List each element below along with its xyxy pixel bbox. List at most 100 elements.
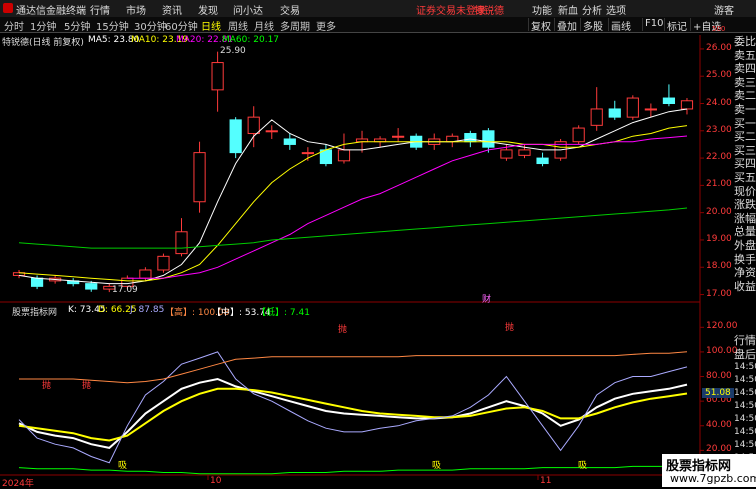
candle-body: [337, 149, 351, 162]
sidebar-item[interactable]: 买四: [734, 157, 756, 171]
buy-mark-2: 吸: [432, 461, 442, 471]
price-tick-label: 17.00: [706, 288, 732, 299]
candle-body: [626, 97, 639, 118]
current-indicator-value: 51.08: [702, 388, 734, 398]
candle-body: [30, 277, 44, 287]
candle-body: [608, 108, 621, 118]
candle-body: [500, 149, 513, 159]
price-tick-label: 23.00: [706, 124, 732, 135]
indicator-name: 股票指标网: [12, 308, 58, 318]
candle-body: [139, 269, 152, 279]
high-price-label: 25.90: [220, 46, 246, 56]
sidebar-item[interactable]: 委比: [734, 35, 756, 49]
candle-body: [193, 152, 206, 203]
quote-sidebar: 委比 卖五 卖四 卖三 卖二 卖一 买一 买二 买三 买四 买五 现价 涨跌 涨幅 总量 外盘 换手 净资 收益行情…: [734, 35, 756, 478]
candle-body: [211, 62, 224, 91]
event-marker[interactable]: 财: [482, 292, 491, 305]
sidebar-item[interactable]: 14:50: [734, 426, 756, 439]
candle-body: [392, 135, 405, 138]
sidebar-item[interactable]: 14:50: [734, 374, 756, 387]
sidebar-item[interactable]: 卖五: [734, 49, 756, 63]
sidebar-item[interactable]: 买五: [734, 171, 756, 185]
price-tick-label: 20.00: [706, 206, 732, 217]
x-label-nov: 11: [540, 476, 552, 486]
price-tick-label: 21.00: [706, 179, 732, 190]
candle-body: [265, 130, 278, 133]
sidebar-item[interactable]: [734, 293, 756, 307]
price-tick-label: 26.00: [706, 42, 732, 53]
sidebar-item[interactable]: 外盘: [734, 239, 756, 253]
sidebar-item[interactable]: 总量: [734, 225, 756, 239]
price-tick-label: 24.00: [706, 97, 732, 108]
price-tick-label: 25.00: [706, 70, 732, 81]
indicator-tick-label: 20.00: [706, 444, 732, 455]
sidebar-item[interactable]: 买三: [734, 144, 756, 158]
candle-body: [157, 255, 170, 271]
price-tick-label: 18.00: [706, 261, 732, 272]
candle-body: [85, 283, 98, 290]
candle-body: [175, 231, 188, 255]
low-price-label: 17.09: [112, 285, 138, 295]
chart-grid: [0, 35, 704, 487]
sidebar-item[interactable]: 14:50: [734, 413, 756, 426]
sell-mark-2: 抛: [82, 381, 92, 391]
ma-line-ma60: [18, 207, 688, 249]
sidebar-item[interactable]: 现价: [734, 185, 756, 199]
sell-mark-1: 抛: [42, 381, 52, 391]
sidebar-item[interactable]: 卖二: [734, 89, 756, 103]
candle-body: [644, 108, 657, 111]
sell-mark-4: 抛: [505, 323, 515, 333]
low-value: 【低】: 7.41: [257, 308, 310, 318]
candle-body: [572, 127, 585, 143]
j-value: J: 87.85: [130, 305, 165, 315]
kline-chart[interactable]: [0, 0, 756, 487]
indicator-tick-label: 120.00: [706, 321, 738, 332]
sidebar-item[interactable]: 盘后: [734, 348, 756, 362]
buy-mark-1: 吸: [118, 461, 128, 471]
candle-body: [662, 97, 676, 104]
sidebar-item[interactable]: [734, 307, 756, 321]
sidebar-item[interactable]: 卖一: [734, 103, 756, 117]
candle-body: [680, 100, 694, 110]
sidebar-item[interactable]: 卖三: [734, 76, 756, 90]
candle-body: [301, 152, 314, 155]
indicator-lines-group: [18, 351, 688, 475]
sidebar-item[interactable]: 换手: [734, 253, 756, 267]
candle-body: [518, 149, 531, 156]
sidebar-item[interactable]: 14:50: [734, 361, 756, 374]
x-label-oct: 10: [210, 476, 222, 486]
sidebar-item[interactable]: 行情: [734, 334, 756, 348]
sidebar-item[interactable]: 收益: [734, 280, 756, 294]
x-label-2024: 2024年: [2, 479, 34, 489]
buy-mark-3: 吸: [578, 461, 588, 471]
candle-body: [482, 130, 495, 148]
price-tick-label: 19.00: [706, 233, 732, 244]
candle-body: [229, 119, 242, 154]
sidebar-item[interactable]: 买二: [734, 130, 756, 144]
indicator-tick-label: 40.00: [706, 419, 732, 430]
price-tick-label: 22.00: [706, 152, 732, 163]
sidebar-item[interactable]: 14:50: [734, 439, 756, 452]
ma-line-ma20: [127, 135, 688, 279]
indicator-tick-label: 80.00: [706, 370, 732, 381]
indicator-tick-label: 100.00: [706, 345, 738, 356]
indicator-line-J: [18, 351, 688, 464]
candle-body: [464, 133, 477, 143]
sidebar-item[interactable]: 14:50: [734, 400, 756, 413]
ma-lines-group: [18, 108, 688, 285]
ma-line-ma5: [18, 108, 688, 285]
sidebar-item[interactable]: 买一: [734, 117, 756, 131]
sidebar-item[interactable]: 14:50: [734, 387, 756, 400]
sidebar-item[interactable]: 涨幅: [734, 212, 756, 226]
watermark-line2: www.7gpzb.com: [670, 472, 756, 485]
candle-body: [247, 116, 260, 135]
indicator-line-高: [19, 351, 688, 384]
sidebar-item[interactable]: 净资: [734, 266, 756, 280]
watermark-logo: 股票指标网 www.7gpzb.com: [662, 454, 756, 487]
sell-mark-3: 抛: [338, 325, 348, 335]
candles-group: [12, 51, 694, 293]
sidebar-item[interactable]: [734, 320, 756, 334]
candle-body: [536, 157, 549, 165]
sidebar-item[interactable]: 涨跌: [734, 198, 756, 212]
sidebar-item[interactable]: 卖四: [734, 62, 756, 76]
